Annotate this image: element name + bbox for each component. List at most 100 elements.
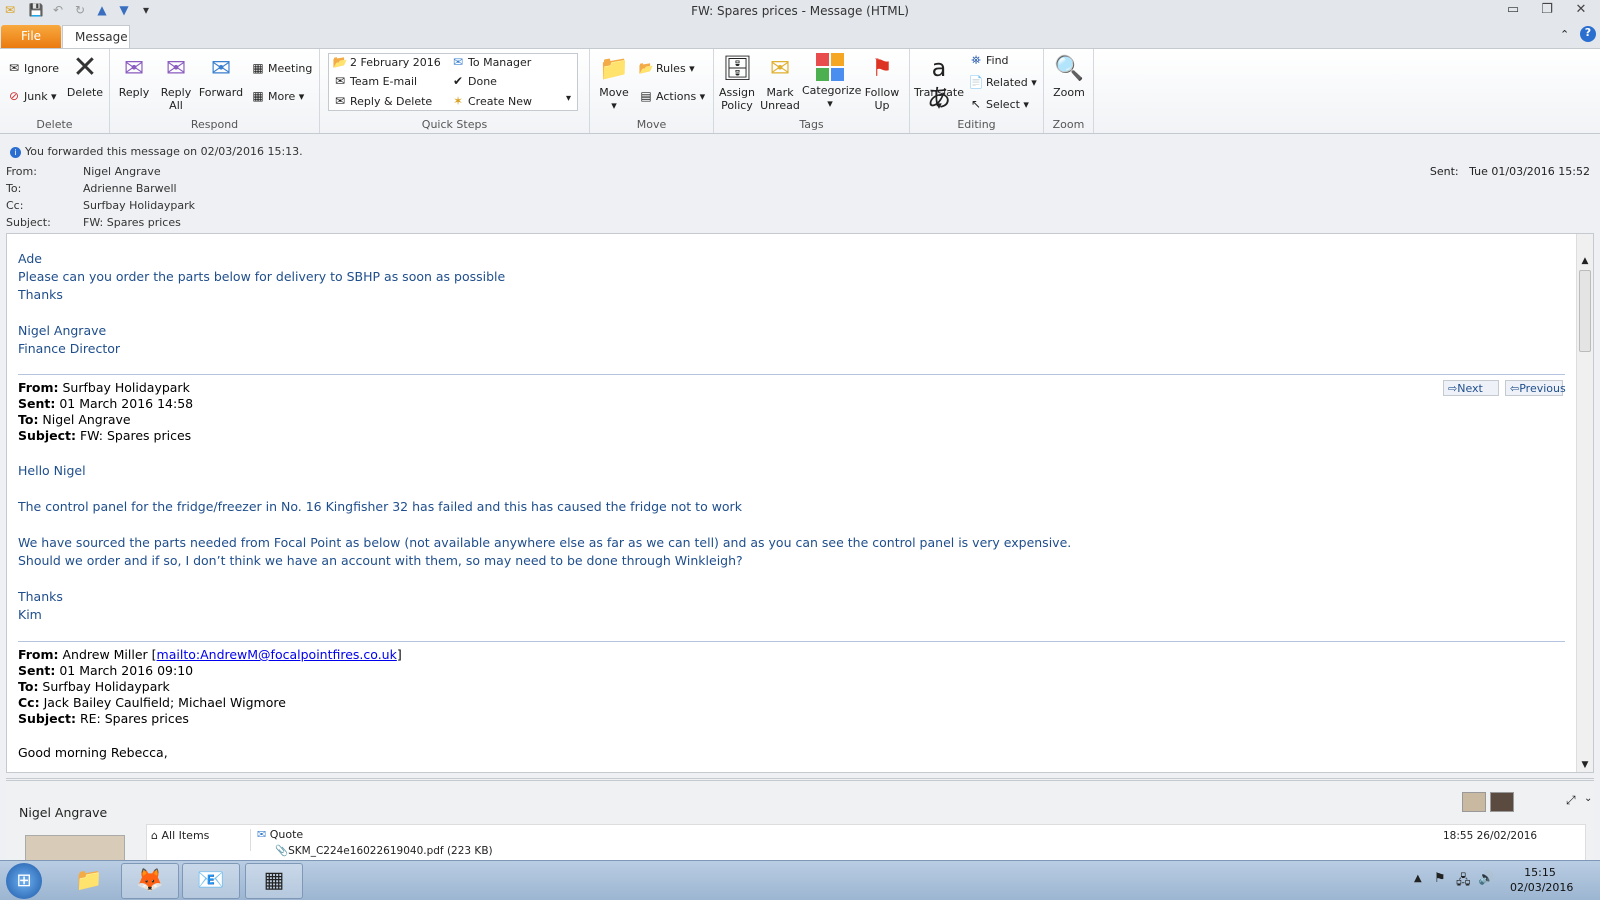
- start-button[interactable]: ⊞: [6, 863, 42, 899]
- quick-step-item[interactable]: ✉ Reply & Delete: [332, 94, 432, 108]
- zoom-button[interactable]: 🔍 Zoom: [1048, 53, 1090, 99]
- group-tags: 🗄 Assign Policy ✉ Mark Unread Categorize ▾ …: [714, 49, 910, 133]
- subject-label: Subject:: [6, 216, 51, 229]
- assign-policy-button[interactable]: 🗄 Assign Policy: [716, 53, 758, 112]
- clock[interactable]: 15:15 02/03/2016: [1510, 865, 1574, 895]
- sent-label: Sent:: [1429, 165, 1459, 178]
- from-value[interactable]: Nigel Angrave: [83, 165, 161, 178]
- body-line: Please can you order the parts below for…: [18, 269, 506, 284]
- cc-value[interactable]: Surfbay Holidaypark: [83, 199, 195, 212]
- fw-subject: FW: Spares prices: [76, 428, 192, 443]
- all-items-tab[interactable]: ⌂ All Items: [151, 829, 251, 851]
- binoculars-icon: ⛯: [971, 53, 981, 67]
- related-label: Related: [986, 76, 1028, 89]
- select-label: Select: [986, 98, 1020, 111]
- activity-item[interactable]: ✉ Quote: [257, 828, 303, 841]
- firefox-taskbar-icon[interactable]: 🦊: [121, 863, 179, 899]
- volume-icon[interactable]: 🔊: [1478, 871, 1494, 886]
- fw2-subject-label: Subject:: [18, 711, 76, 726]
- categorize-button[interactable]: Categorize ▾: [802, 53, 861, 110]
- ignore-label: Ignore: [24, 62, 59, 75]
- quick-step-item[interactable]: ✉ Team E-mail: [332, 74, 417, 88]
- quick-step-label: Reply & Delete: [350, 95, 433, 108]
- clock-date: 02/03/2016: [1510, 881, 1574, 894]
- done-check-icon: ✔: [452, 74, 464, 88]
- attachment[interactable]: 📎SKM_C224e16022619040.pdf (223 KB): [275, 844, 493, 857]
- fw-to: Nigel Angrave: [38, 412, 131, 427]
- vertical-scrollbar[interactable]: ▲ ▼: [1576, 234, 1593, 772]
- to-value[interactable]: Adrienne Barwell: [83, 182, 177, 195]
- window-title: FW: Spares prices - Message (HTML): [691, 4, 909, 18]
- gallery-expand-icon[interactable]: ▾: [566, 93, 571, 104]
- fw-sent-label: Sent:: [18, 396, 56, 411]
- tab-message[interactable]: Message: [62, 25, 130, 48]
- collapse-ribbon-icon[interactable]: ⌃: [1560, 28, 1569, 41]
- forward-button[interactable]: ✉ Forward: [198, 53, 244, 99]
- scroll-down-icon[interactable]: ▼: [1577, 760, 1593, 770]
- previous-button[interactable]: ⇦Previous: [1505, 380, 1566, 396]
- forwarded-info: i You forwarded this message on 02/03/201…: [6, 145, 303, 158]
- chevron-down-icon[interactable]: ⌄: [1584, 793, 1592, 804]
- explorer-taskbar-icon[interactable]: 📁: [60, 863, 118, 899]
- reply-all-button[interactable]: ✉ Reply All: [156, 53, 196, 112]
- cc-label: Cc:: [6, 199, 24, 212]
- reply-button[interactable]: ✉ Reply: [114, 53, 154, 99]
- quick-step-item[interactable]: ✶ Create New: [450, 94, 532, 108]
- body-line: Kim: [18, 607, 42, 622]
- junk-label: Junk: [24, 90, 48, 103]
- next-label: Next: [1457, 382, 1483, 395]
- contact-photo-thumb[interactable]: [1490, 792, 1514, 812]
- fw2-sent-label: Sent:: [18, 663, 56, 678]
- ribbon-tabs: ⌃ ?: [0, 24, 1600, 48]
- junk-button[interactable]: ⊘ Junk ▾: [6, 89, 57, 103]
- find-button[interactable]: ⛯ Find: [968, 53, 1008, 68]
- group-label-delete: Delete: [36, 118, 73, 131]
- group-delete: ✉ Ignore ⊘ Junk ▾ ✕ Delete Delete: [0, 49, 110, 133]
- signature-title: Finance Director: [18, 341, 121, 356]
- actions-label: Actions: [656, 90, 697, 103]
- scroll-thumb[interactable]: [1579, 270, 1591, 352]
- people-pane: Nigel Angrave ⤢ ⌄ ⌂ All Items ✉ Quote 📎S…: [6, 778, 1594, 865]
- move-button[interactable]: 📁 Move ▾: [594, 53, 634, 112]
- quick-step-item[interactable]: ✉ To Manager: [450, 55, 531, 69]
- translate-icon: aあ: [927, 54, 951, 112]
- actions-button[interactable]: ▤ Actions ▾: [638, 89, 705, 103]
- rules-button[interactable]: 📂 Rules ▾: [638, 61, 695, 75]
- fw2-sent: 01 March 2016 09:10: [55, 663, 194, 678]
- reply-icon: ✉: [123, 54, 145, 82]
- network-icon[interactable]: 🖧: [1456, 871, 1471, 893]
- fw-to-label: To:: [18, 412, 39, 427]
- app-taskbar-icon[interactable]: ▦: [245, 863, 303, 899]
- info-icon: i: [10, 147, 21, 158]
- more-button[interactable]: ▦ More ▾: [250, 89, 304, 103]
- fw2-from: Andrew Miller [: [58, 647, 157, 662]
- restore-button[interactable]: ❐: [1534, 2, 1560, 20]
- signature-name: Nigel Angrave: [18, 323, 107, 338]
- minimize-button[interactable]: ▭: [1500, 2, 1526, 20]
- email-icon: ✉: [257, 828, 267, 841]
- translate-button[interactable]: aあ Translate ▾: [914, 53, 964, 112]
- meeting-button[interactable]: ▦ Meeting: [250, 61, 312, 75]
- related-button[interactable]: 📄 Related ▾: [968, 75, 1037, 89]
- outlook-taskbar-icon[interactable]: 📧: [182, 863, 240, 899]
- scroll-up-icon[interactable]: ▲: [1577, 256, 1593, 266]
- expand-icon[interactable]: ⤢: [1566, 793, 1576, 808]
- quick-step-item[interactable]: 📂 2 February 2016: [332, 55, 441, 69]
- help-icon[interactable]: ?: [1580, 26, 1596, 42]
- next-button[interactable]: ⇨Next: [1443, 380, 1499, 396]
- delete-button[interactable]: ✕ Delete: [64, 53, 106, 100]
- action-center-flag-icon[interactable]: ⚑: [1434, 871, 1446, 886]
- quick-step-item[interactable]: ✔ Done: [450, 74, 497, 88]
- contact-photo-thumb[interactable]: [1462, 792, 1486, 812]
- tab-file[interactable]: File: [1, 25, 61, 48]
- select-button[interactable]: ↖ Select ▾: [968, 97, 1029, 111]
- follow-up-button[interactable]: ⚑ Follow Up: [862, 53, 902, 112]
- mailto-link[interactable]: mailto:AndrewM@focalpointfires.co.uk: [157, 647, 397, 662]
- attachment-name: SKM_C224e16022619040.pdf (223 KB): [288, 845, 493, 857]
- mark-unread-button[interactable]: ✉ Mark Unread: [760, 53, 800, 112]
- ignore-button[interactable]: ✉ Ignore: [6, 61, 59, 75]
- close-button[interactable]: ✕: [1568, 2, 1594, 20]
- meeting-icon: ▦: [252, 61, 264, 75]
- group-label-editing: Editing: [957, 118, 996, 131]
- show-hidden-icons[interactable]: ▲: [1414, 873, 1422, 884]
